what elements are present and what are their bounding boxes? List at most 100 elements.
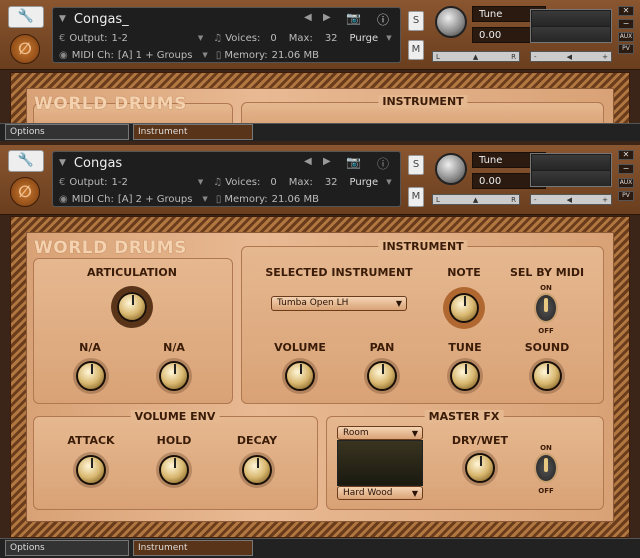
main-volume-slider[interactable]: - ◀ +	[530, 194, 612, 205]
max-label: Max:	[288, 176, 313, 188]
main-pv-button[interactable]: PV	[618, 191, 634, 201]
output-dropdown-icon[interactable]: ▼	[198, 34, 203, 42]
purge-dropdown-icon[interactable]: ▼	[386, 178, 391, 186]
midi-label: MIDI Ch:	[71, 49, 114, 61]
next-arrow-icon[interactable]: ▶	[323, 12, 331, 23]
output-icon: €	[59, 176, 66, 188]
purge-dropdown-icon[interactable]: ▼	[386, 34, 391, 42]
sound-knob[interactable]	[532, 361, 562, 391]
hold-knob[interactable]	[159, 455, 189, 485]
output-dropdown-icon[interactable]: ▼	[198, 178, 203, 186]
dry-wet-knob[interactable]	[465, 453, 495, 483]
articulation-section	[33, 258, 233, 404]
top-options-tab[interactable]: Options	[5, 124, 129, 140]
top-mute-button[interactable]: M	[408, 40, 424, 60]
top-instrument-logo: ∅	[10, 34, 40, 64]
instrument-name[interactable]: Congas	[74, 156, 122, 171]
main-tune-knob[interactable]	[435, 153, 467, 185]
selected-instrument-dropdown[interactable]: Tumba Open LH ▼	[271, 296, 407, 311]
top-instrument-title: INSTRUMENT	[378, 95, 468, 108]
room-image	[337, 440, 423, 486]
info-icon[interactable]: ⓘ	[377, 11, 389, 28]
note-knob[interactable]	[449, 293, 479, 323]
decay-knob[interactable]	[242, 455, 272, 485]
main-collapse-button[interactable]: −	[618, 164, 634, 174]
volume-knob[interactable]	[285, 361, 315, 391]
main-close-button[interactable]: ✕	[618, 150, 634, 160]
midi-dropdown-icon[interactable]: ▼	[202, 51, 207, 59]
volume-handle-icon[interactable]: ◀	[567, 53, 572, 61]
sel-by-midi-switch[interactable]	[534, 293, 558, 323]
top-wrench-button[interactable]: 🔧	[8, 6, 44, 28]
output-icon: €	[59, 32, 66, 44]
main-level-meter	[530, 153, 612, 187]
top-close-button[interactable]: ✕	[618, 6, 634, 16]
top-pv-button[interactable]: PV	[618, 44, 634, 54]
wrench-icon: 🔧	[17, 9, 35, 24]
voices-value: 0	[270, 176, 277, 188]
top-panel-title: WORLD DRUMS	[34, 94, 187, 114]
na-knob-2[interactable]	[159, 361, 189, 391]
output-label: Output:	[69, 32, 108, 44]
attack-label: ATTACK	[67, 434, 115, 447]
max-value[interactable]: 32	[325, 177, 338, 188]
main-solo-button[interactable]: S	[408, 155, 424, 175]
wrench-icon: 🔧	[17, 153, 35, 168]
hold-label: HOLD	[156, 434, 192, 447]
instrument-tab[interactable]: Instrument	[133, 540, 253, 556]
output-value[interactable]: 1-2	[111, 177, 127, 188]
next-arrow-icon[interactable]: ▶	[323, 156, 331, 167]
articulation-knob[interactable]	[117, 292, 147, 322]
instrument-name[interactable]: Congas_	[74, 12, 129, 27]
main-wrench-button[interactable]: 🔧	[8, 150, 44, 172]
main-pan-slider[interactable]: L ▲ R	[432, 194, 520, 205]
top-instrument-tab[interactable]: Instrument	[133, 124, 253, 140]
na-label-1: N/A	[79, 341, 101, 354]
volume-handle-icon[interactable]: ◀	[567, 196, 572, 204]
midi-value[interactable]: [A] 1 + Groups	[118, 50, 193, 61]
purge-label[interactable]: Purge	[350, 177, 379, 188]
pan-knob[interactable]	[367, 361, 397, 391]
volume-label: VOLUME	[274, 341, 326, 354]
hard-wood-dropdown[interactable]: Hard Wood ▼	[337, 486, 423, 500]
expand-triangle-icon[interactable]: ▼	[59, 158, 66, 168]
main-aux-button[interactable]: AUX	[618, 178, 634, 188]
camera-icon[interactable]: 📷	[346, 11, 361, 25]
pan-handle-icon[interactable]: ▲	[473, 196, 478, 204]
memory-label: Memory:	[224, 49, 268, 61]
attack-knob[interactable]	[76, 455, 106, 485]
top-pan-slider[interactable]: L ▲ R	[432, 51, 520, 62]
midi-dropdown-icon[interactable]: ▼	[202, 195, 207, 203]
top-volume-slider[interactable]: - ◀ +	[530, 51, 612, 62]
room-dropdown[interactable]: Room ▼	[337, 426, 423, 440]
prev-arrow-icon[interactable]: ◀	[304, 156, 312, 167]
dropdown-arrow-icon: ▼	[395, 299, 402, 308]
top-instrument-info: ▼ Congas_ ◀ ▶ 📷 ⓘ € Output: 1-2 ▼ ♫ Voice…	[52, 7, 401, 63]
na-knob-1[interactable]	[76, 361, 106, 391]
sound-label: SOUND	[524, 341, 570, 354]
midi-value[interactable]: [A] 2 + Groups	[118, 194, 193, 205]
camera-icon[interactable]: 📷	[346, 155, 361, 169]
main-mute-button[interactable]: M	[408, 187, 424, 207]
top-aux-button[interactable]: AUX	[618, 32, 634, 42]
instrument-title: INSTRUMENT	[378, 240, 468, 253]
top-solo-button[interactable]: S	[408, 11, 424, 31]
info-icon[interactable]: ⓘ	[377, 155, 389, 172]
prev-arrow-icon[interactable]: ◀	[304, 12, 312, 23]
voices-icon: ♫	[213, 176, 223, 188]
options-tab[interactable]: Options	[5, 540, 129, 556]
fx-switch[interactable]	[534, 453, 558, 483]
expand-triangle-icon[interactable]: ▼	[59, 14, 66, 24]
max-value[interactable]: 32	[325, 33, 338, 44]
master-fx-title: MASTER FX	[424, 410, 504, 423]
sel-by-midi-label: SEL BY MIDI	[509, 266, 585, 279]
fx-off-label: OFF	[538, 487, 554, 495]
tune-knob[interactable]	[450, 361, 480, 391]
sel-by-midi-off-label: OFF	[538, 327, 554, 335]
top-collapse-button[interactable]: −	[618, 19, 634, 29]
pan-handle-icon[interactable]: ▲	[473, 53, 478, 61]
output-value[interactable]: 1-2	[111, 33, 127, 44]
top-tune-knob[interactable]	[435, 6, 467, 38]
purge-label[interactable]: Purge	[350, 33, 379, 44]
voices-icon: ♫	[213, 32, 223, 44]
